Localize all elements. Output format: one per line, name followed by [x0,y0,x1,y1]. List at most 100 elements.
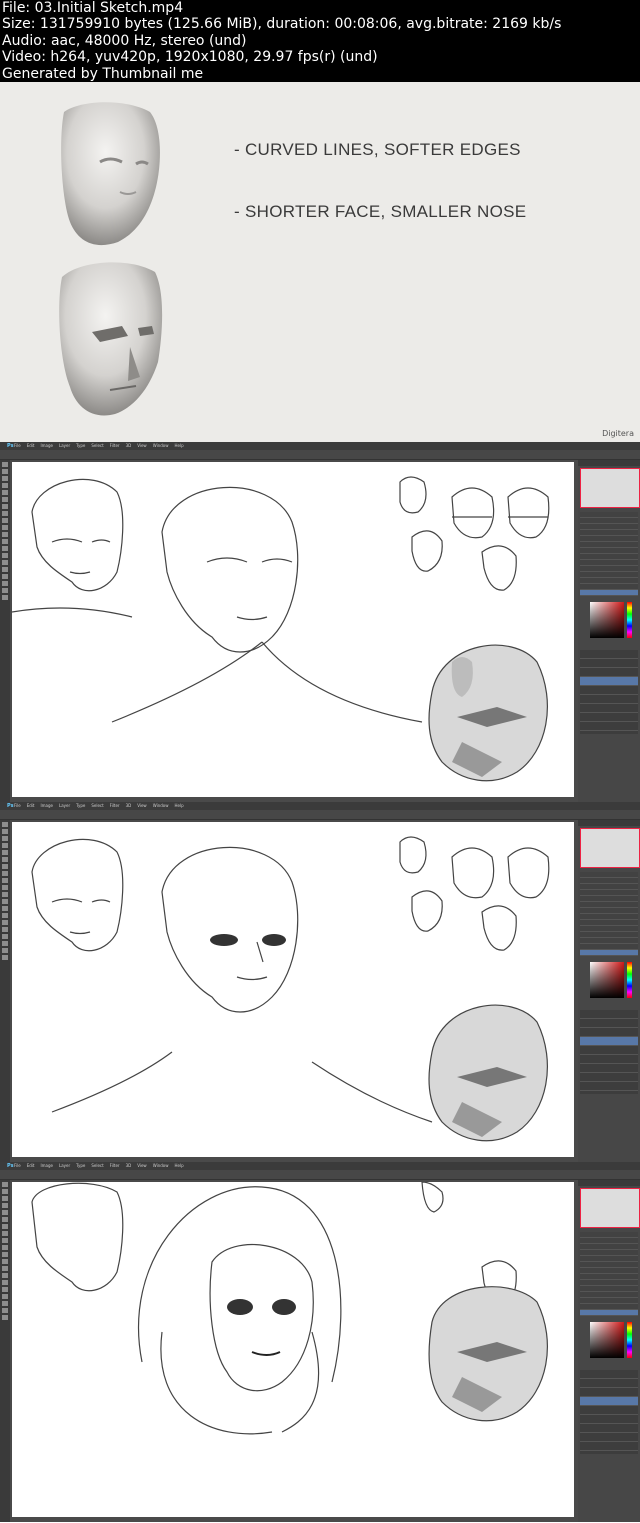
layers-panel[interactable] [580,650,638,734]
history-brush-icon[interactable] [2,885,8,890]
menu-type[interactable]: Type [76,442,85,450]
brush-tool-icon[interactable] [2,1231,8,1236]
hand-tool-icon[interactable] [2,948,8,953]
marquee-tool-icon[interactable] [2,1189,8,1194]
gradient-tool-icon[interactable] [2,539,8,544]
history-brush-icon[interactable] [2,1245,8,1250]
menu-file[interactable]: File [14,442,21,450]
menu-3d[interactable]: 3D [126,802,132,810]
gradient-tool-icon[interactable] [2,1259,8,1264]
menu-file[interactable]: File [14,802,21,810]
navigator-tabs[interactable] [578,820,640,826]
sketch-canvas[interactable] [12,822,574,1157]
eraser-tool-icon[interactable] [2,1252,8,1257]
menu-image[interactable]: Image [40,1162,53,1170]
menu-file[interactable]: File [14,1162,21,1170]
move-tool-icon[interactable] [2,822,8,827]
hand-tool-icon[interactable] [2,588,8,593]
heal-tool-icon[interactable] [2,504,8,509]
zoom-tool-icon[interactable] [2,1315,8,1320]
pen-tool-icon[interactable] [2,920,8,925]
dodge-tool-icon[interactable] [2,913,8,918]
blur-tool-icon[interactable] [2,1266,8,1271]
wand-tool-icon[interactable] [2,1203,8,1208]
menu-view[interactable]: View [137,802,147,810]
tools-panel[interactable] [0,820,10,1162]
pen-tool-icon[interactable] [2,560,8,565]
lasso-tool-icon[interactable] [2,476,8,481]
crop-tool-icon[interactable] [2,1210,8,1215]
heal-tool-icon[interactable] [2,1224,8,1229]
menu-help[interactable]: Help [174,442,183,450]
eraser-tool-icon[interactable] [2,532,8,537]
menu-help[interactable]: Help [174,1162,183,1170]
move-tool-icon[interactable] [2,462,8,467]
menu-help[interactable]: Help [174,802,183,810]
menu-type[interactable]: Type [76,1162,85,1170]
brush-tool-icon[interactable] [2,871,8,876]
dodge-tool-icon[interactable] [2,553,8,558]
lasso-tool-icon[interactable] [2,1196,8,1201]
menu-select[interactable]: Select [91,802,103,810]
navigator-preview[interactable] [580,1188,640,1228]
navigator-tabs[interactable] [578,460,640,466]
menu-edit[interactable]: Edit [27,1162,35,1170]
navigator-tabs[interactable] [578,1180,640,1186]
history-panel[interactable] [580,872,638,956]
blur-tool-icon[interactable] [2,906,8,911]
path-select-icon[interactable] [2,934,8,939]
pen-tool-icon[interactable] [2,1280,8,1285]
menu-view[interactable]: View [137,1162,147,1170]
menu-view[interactable]: View [137,442,147,450]
layers-panel[interactable] [580,1370,638,1454]
stamp-tool-icon[interactable] [2,1238,8,1243]
menu-filter[interactable]: Filter [110,802,120,810]
options-bar[interactable] [0,810,640,820]
marquee-tool-icon[interactable] [2,829,8,834]
layers-panel[interactable] [580,1010,638,1094]
zoom-tool-icon[interactable] [2,955,8,960]
shape-tool-icon[interactable] [2,941,8,946]
menu-filter[interactable]: Filter [110,442,120,450]
eyedropper-tool-icon[interactable] [2,1217,8,1222]
menu-type[interactable]: Type [76,802,85,810]
hue-slider[interactable] [627,602,632,638]
history-brush-icon[interactable] [2,525,8,530]
eyedropper-tool-icon[interactable] [2,497,8,502]
menu-window[interactable]: Window [153,802,169,810]
navigator-preview[interactable] [580,468,640,508]
heal-tool-icon[interactable] [2,864,8,869]
stamp-tool-icon[interactable] [2,878,8,883]
menu-3d[interactable]: 3D [126,1162,132,1170]
hue-slider[interactable] [627,1322,632,1358]
options-bar[interactable] [0,450,640,460]
menu-3d[interactable]: 3D [126,442,132,450]
tools-panel[interactable] [0,460,10,802]
type-tool-icon[interactable] [2,927,8,932]
zoom-tool-icon[interactable] [2,595,8,600]
blur-tool-icon[interactable] [2,546,8,551]
hue-slider[interactable] [627,962,632,998]
crop-tool-icon[interactable] [2,490,8,495]
menu-layer[interactable]: Layer [59,802,70,810]
stamp-tool-icon[interactable] [2,518,8,523]
sketch-canvas[interactable] [12,462,574,797]
menu-filter[interactable]: Filter [110,1162,120,1170]
history-panel[interactable] [580,512,638,596]
sketch-canvas[interactable] [12,1182,574,1517]
crop-tool-icon[interactable] [2,850,8,855]
eyedropper-tool-icon[interactable] [2,857,8,862]
hand-tool-icon[interactable] [2,1308,8,1313]
menu-window[interactable]: Window [153,1162,169,1170]
options-bar[interactable] [0,1170,640,1180]
wand-tool-icon[interactable] [2,843,8,848]
navigator-preview[interactable] [580,828,640,868]
lasso-tool-icon[interactable] [2,836,8,841]
color-picker-field[interactable] [590,602,624,638]
shape-tool-icon[interactable] [2,1301,8,1306]
path-select-icon[interactable] [2,574,8,579]
dodge-tool-icon[interactable] [2,1273,8,1278]
menu-image[interactable]: Image [40,442,53,450]
tools-panel[interactable] [0,1180,10,1522]
type-tool-icon[interactable] [2,1287,8,1292]
